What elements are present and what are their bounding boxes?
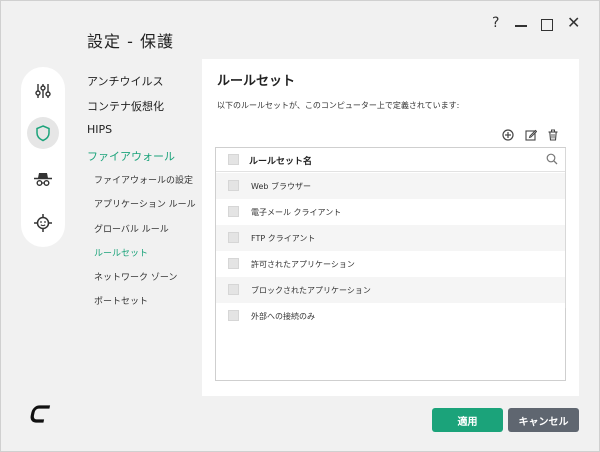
nav-item-hips[interactable]: HIPS [87,123,112,136]
add-icon [502,129,514,141]
nav-item-network-zones[interactable]: ネットワーク ゾーン [94,270,177,283]
sliders-icon [35,84,51,98]
privacy-settings-button[interactable] [27,163,59,195]
delete-ruleset-button[interactable] [546,128,560,142]
ruleset-name: FTP クライアント [251,234,316,243]
add-ruleset-button[interactable] [501,128,515,142]
comodo-logo [30,405,51,423]
protection-settings-button[interactable] [27,117,59,149]
nav-item-rulesets[interactable]: ルールセット [94,246,148,259]
search-icon[interactable] [546,153,558,165]
row-checkbox[interactable] [228,206,239,217]
nav-item-containment[interactable]: コンテナ仮想化 [87,98,164,114]
close-button[interactable]: ✕ [567,13,580,32]
select-all-checkbox[interactable] [228,154,239,165]
nav-item-global-rules[interactable]: グローバル ルール [94,222,169,235]
category-icon-bar [21,67,65,247]
panel-description: 以下のルールセットが、このコンピューター上で定義されています: [217,101,460,110]
table-row[interactable]: 電子メール クライアント [216,199,565,225]
table-header: ルールセット名 [216,148,565,172]
general-settings-button[interactable] [27,75,59,107]
nav-item-firewall-settings[interactable]: ファイアウォールの設定 [94,173,193,186]
row-checkbox[interactable] [228,310,239,321]
panel-title: ルールセット [217,74,296,89]
target-icon [34,214,52,232]
row-checkbox[interactable] [228,258,239,269]
ruleset-table: ルールセット名 Web ブラウザー 電子メール クライアント FTP クライアン… [215,147,566,381]
row-checkbox[interactable] [228,284,239,295]
ruleset-name: ブロックされたアプリケーション [251,286,371,295]
row-checkbox[interactable] [228,232,239,243]
minimize-button[interactable] [515,25,527,27]
shield-icon [36,125,50,142]
delete-icon [548,129,558,141]
edit-ruleset-button[interactable] [524,128,538,142]
table-row[interactable]: FTP クライアント [216,225,565,251]
ruleset-name: 許可されたアプリケーション [251,260,355,269]
spy-icon [34,173,52,186]
ruleset-panel: ルールセット 以下のルールセットが、このコンピューター上で定義されています: ル… [202,59,579,396]
window-title: 設定 - 保護 [87,32,174,51]
apply-button[interactable]: 適用 [432,408,503,432]
table-row[interactable]: ブロックされたアプリケーション [216,277,565,303]
cancel-button[interactable]: キャンセル [508,408,579,432]
column-header-ruleset-name[interactable]: ルールセット名 [249,154,312,167]
nav-item-port-sets[interactable]: ポートセット [94,294,148,307]
advanced-settings-button[interactable] [27,207,59,239]
table-row[interactable]: Web ブラウザー [216,173,565,199]
ruleset-name: 外部への接続のみ [251,312,315,321]
ruleset-name: Web ブラウザー [251,182,311,191]
edit-icon [525,129,537,141]
settings-window: 設定 - 保護 ? ✕ アンチウイルス コンテナ仮想化 HIPS ファイアウォー… [0,0,600,452]
nav-item-antivirus[interactable]: アンチウイルス [87,73,164,89]
table-row[interactable]: 外部への接続のみ [216,303,565,329]
table-row[interactable]: 許可されたアプリケーション [216,251,565,277]
nav-item-firewall[interactable]: ファイアウォール [87,148,175,164]
table-scrollbar[interactable] [565,148,566,308]
nav-item-application-rules[interactable]: アプリケーション ルール [94,197,196,210]
maximize-button[interactable] [541,19,553,31]
row-checkbox[interactable] [228,180,239,191]
ruleset-name: 電子メール クライアント [251,208,342,217]
help-button[interactable]: ? [492,15,499,31]
